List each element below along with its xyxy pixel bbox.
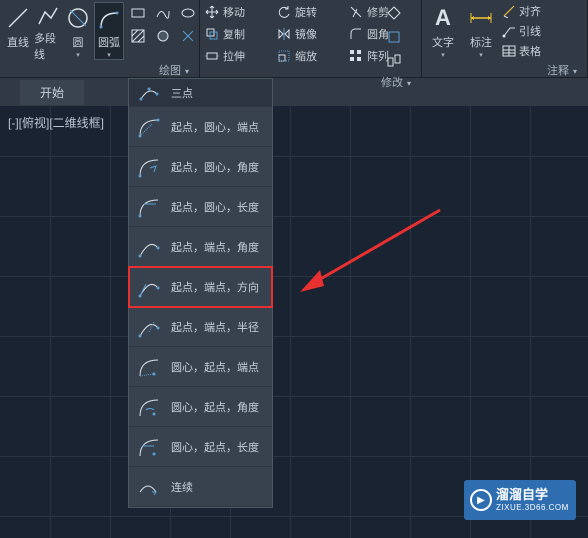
text-icon: A: [429, 4, 457, 32]
scale-icon: [276, 48, 292, 64]
move-icon: [204, 4, 220, 20]
dimension-tool[interactable]: 标注 ▾: [464, 2, 498, 60]
polyline-icon: [34, 4, 62, 28]
point-icon[interactable]: [176, 25, 200, 47]
tab-start[interactable]: 开始: [20, 80, 84, 105]
anno-group-title[interactable]: 注释: [426, 60, 583, 80]
stretch-icon: [204, 48, 220, 64]
arc-option-sca[interactable]: 起点，圆心，角度: [129, 147, 272, 187]
fillet-icon: [348, 26, 364, 42]
copy-button[interactable]: 复制: [204, 24, 274, 44]
rect-icon[interactable]: [126, 2, 150, 24]
arc-cse-icon: [135, 353, 163, 381]
chevron-down-icon: ▾: [76, 51, 80, 59]
arc-sce-icon: [135, 113, 163, 141]
arc-option-ser[interactable]: 起点，端点，半径: [129, 307, 272, 347]
hatch-icon[interactable]: [126, 25, 150, 47]
play-icon: ▶: [470, 489, 492, 511]
line-label: 直线: [7, 34, 29, 50]
chevron-down-icon: ▾: [479, 51, 483, 59]
rotate-button[interactable]: 旋转: [276, 2, 346, 22]
arc-label: 圆弧: [98, 34, 120, 50]
align-icon: [502, 4, 516, 18]
arc-continue-icon: [135, 473, 163, 501]
arc-option-3point[interactable]: 三点: [129, 79, 272, 107]
arc-icon: [95, 5, 123, 32]
polyline-label: 多段线: [34, 30, 62, 62]
table-icon: [502, 44, 516, 58]
chevron-down-icon: ▾: [441, 51, 445, 59]
array-button[interactable]: 阵列: [348, 46, 376, 66]
arc-option-csa[interactable]: 圆心，起点，角度: [129, 387, 272, 427]
stretch-button[interactable]: 拉伸: [204, 46, 274, 66]
arc-dropdown: 三点 起点，圆心，端点 起点，圆心，角度 起点，圆心，长度 起点，端点，角度 起…: [128, 78, 273, 508]
viewport-label[interactable]: [-][俯视][二维线框]: [8, 114, 104, 131]
ribbon-group-annotation: A 文字 ▾ 标注 ▾ 对齐 引线 表格 注释: [422, 0, 588, 77]
arc-option-cse[interactable]: 圆心，起点，端点: [129, 347, 272, 387]
copy-icon: [204, 26, 220, 42]
trim-button[interactable]: 修剪: [348, 2, 376, 22]
trim-icon: [348, 4, 364, 20]
move-button[interactable]: 移动: [204, 2, 274, 22]
draw-mini-tools: [126, 2, 200, 47]
arc-option-continue[interactable]: 连续: [129, 467, 272, 507]
arc-option-scl[interactable]: 起点，圆心，长度: [129, 187, 272, 227]
arc-option-sea[interactable]: 起点，端点，角度: [129, 227, 272, 267]
draw-group-title[interactable]: 绘图: [4, 60, 195, 80]
arc-sca-icon: [135, 153, 163, 181]
arc-csa-icon: [135, 393, 163, 421]
leader-icon: [502, 24, 516, 38]
ribbon-group-modify: 移动 旋转 修剪 复制 镜像 圆角 拉伸 缩放 阵列 修改: [200, 0, 422, 77]
modify-more-3[interactable]: [382, 50, 406, 72]
rotate-icon: [276, 4, 292, 20]
leader-button[interactable]: 引线: [502, 22, 541, 40]
array-icon: [348, 48, 364, 64]
arc-3point-icon: [135, 79, 163, 107]
watermark-badge: ▶ 溜溜自学 ZIXUE.3D66.COM: [464, 480, 576, 520]
arc-option-csl[interactable]: 圆心，起点，长度: [129, 427, 272, 467]
spline-icon[interactable]: [151, 2, 175, 24]
arc-scl-icon: [135, 193, 163, 221]
ribbon-group-draw: 直线 多段线 圆 ▾ 圆弧 ▾: [0, 0, 200, 77]
arc-option-sce[interactable]: 起点，圆心，端点: [129, 107, 272, 147]
region-icon[interactable]: [151, 25, 175, 47]
ellipse-icon[interactable]: [176, 2, 200, 24]
line-icon: [4, 4, 32, 32]
mirror-button[interactable]: 镜像: [276, 24, 346, 44]
scale-button[interactable]: 缩放: [276, 46, 346, 66]
arc-sed-icon: [135, 273, 163, 301]
table-button[interactable]: 表格: [502, 42, 541, 60]
drawing-canvas[interactable]: [-][俯视][二维线框]: [0, 106, 588, 538]
mirror-icon: [276, 26, 292, 42]
arc-csl-icon: [135, 433, 163, 461]
circle-tool[interactable]: 圆 ▾: [64, 2, 92, 60]
arc-tool[interactable]: 圆弧 ▾: [94, 2, 124, 60]
circle-label: 圆: [73, 34, 84, 50]
fillet-button[interactable]: 圆角: [348, 24, 376, 44]
ribbon: 直线 多段线 圆 ▾ 圆弧 ▾: [0, 0, 588, 78]
arc-sea-icon: [135, 233, 163, 261]
arc-ser-icon: [135, 313, 163, 341]
polyline-tool[interactable]: 多段线: [34, 2, 62, 60]
modify-more-2[interactable]: [382, 26, 406, 48]
align-button[interactable]: 对齐: [502, 2, 541, 20]
modify-more-1[interactable]: [382, 2, 406, 24]
arc-option-sed[interactable]: 起点，端点，方向: [129, 267, 272, 307]
circle-icon: [64, 4, 92, 32]
text-tool[interactable]: A 文字 ▾: [426, 2, 460, 60]
chevron-down-icon: ▾: [107, 51, 111, 59]
dimension-icon: [467, 4, 495, 32]
line-tool[interactable]: 直线: [4, 2, 32, 60]
